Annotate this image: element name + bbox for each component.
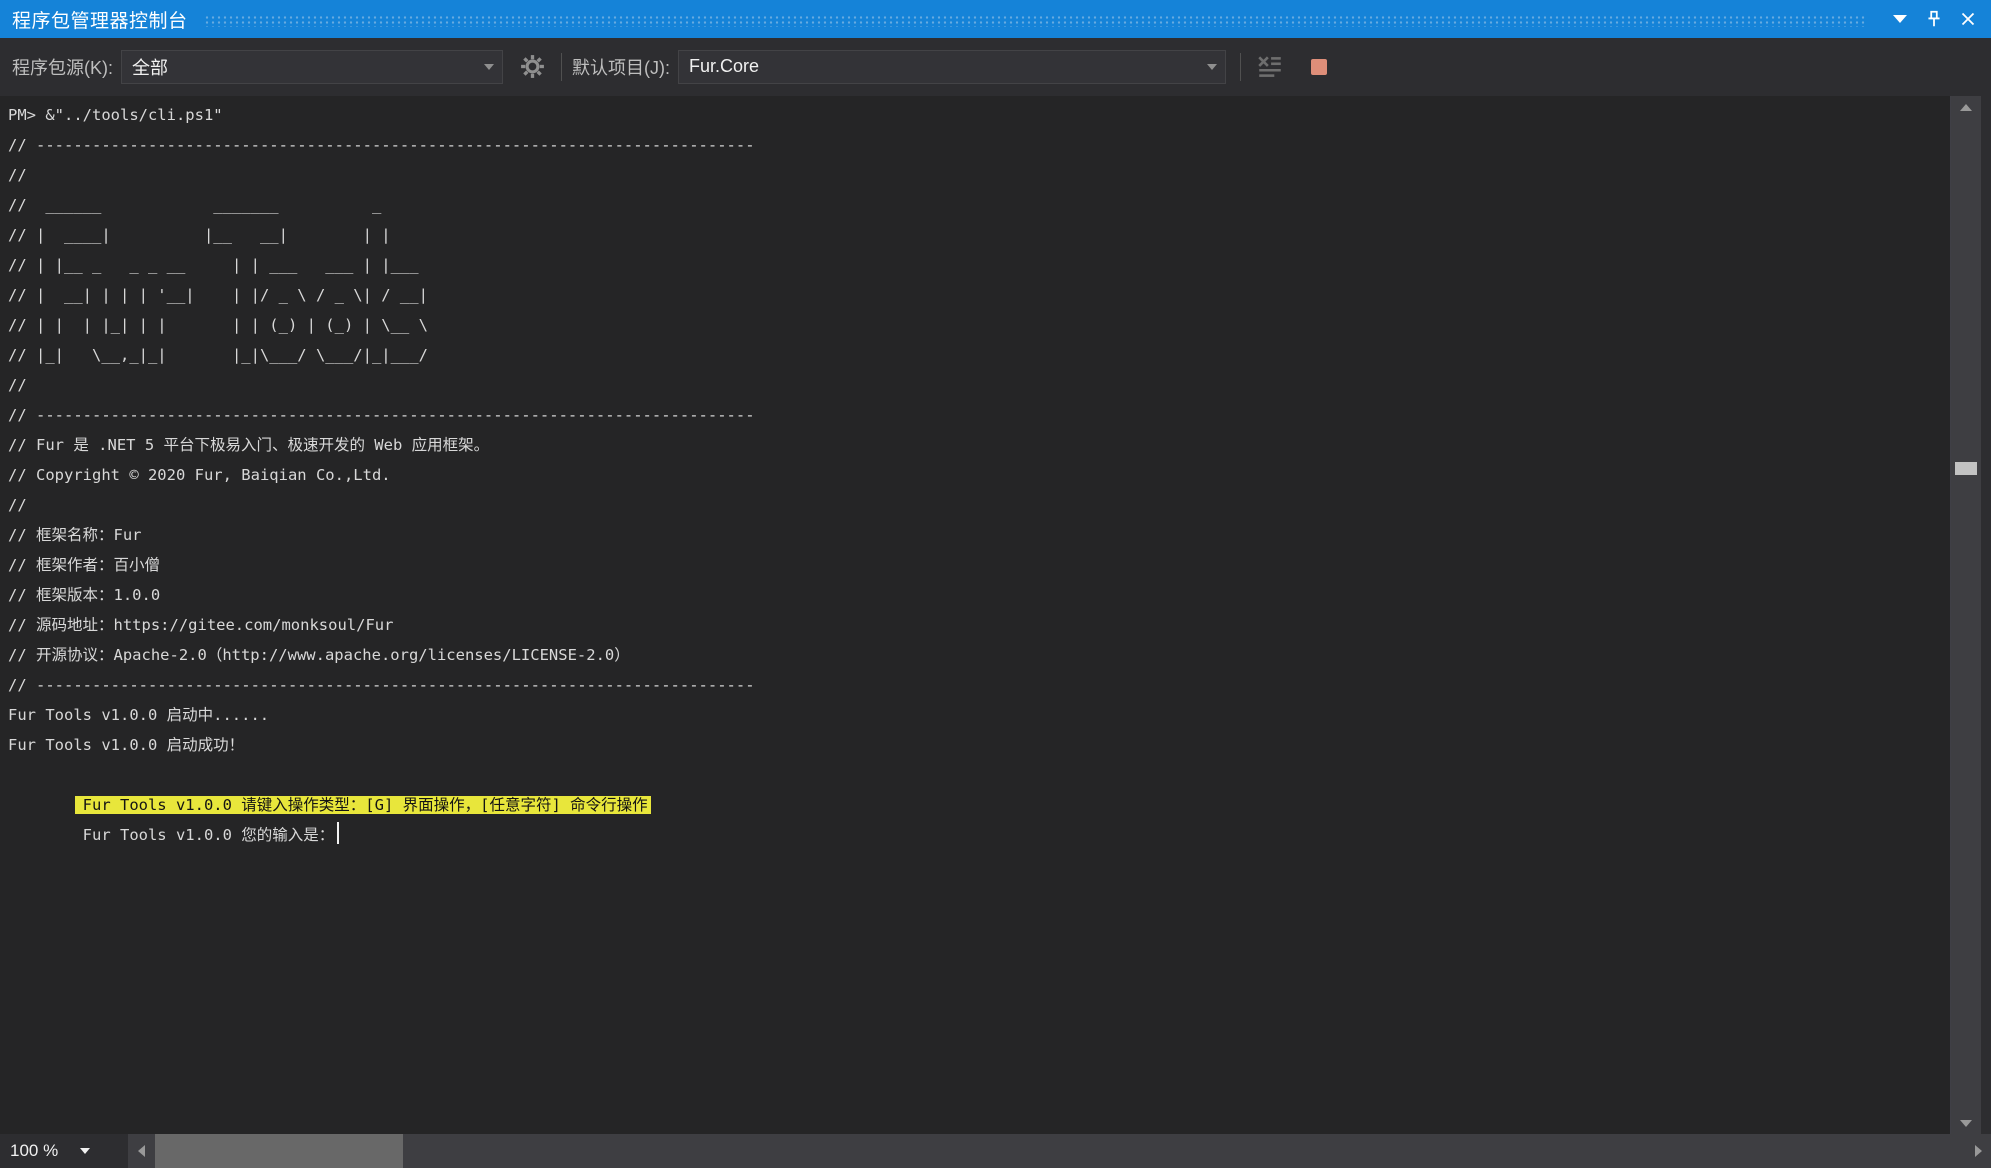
package-manager-console-window: 程序包管理器控制台 程序包源(K): 全部 (0, 0, 1991, 1168)
console-line: // 源码地址：https://gitee.com/monksoul/Fur (0, 610, 1950, 640)
package-source-value: 全部 (132, 54, 476, 80)
zoom-level-dropdown[interactable]: 100 % (0, 1134, 128, 1168)
package-source-combobox[interactable]: 全部 (121, 50, 503, 84)
console-line: // 框架作者：百小僧 (0, 550, 1950, 580)
console-line: // Copyright © 2020 Fur, Baiqian Co.,Ltd… (0, 460, 1950, 490)
stop-button[interactable] (1311, 59, 1327, 75)
scroll-right-button[interactable] (1965, 1134, 1991, 1168)
console-main-area: PM> &"../tools/cli.ps1" // -------------… (0, 96, 1991, 1134)
package-source-label: 程序包源(K): (12, 54, 113, 80)
console-line: Fur Tools v1.0.0 启动中...... (0, 700, 1950, 730)
arrow-down-icon (1960, 1120, 1972, 1127)
vertical-scrollbar[interactable] (1951, 96, 1981, 1134)
console-line-highlighted: Fur Tools v1.0.0 请键入操作类型：[G] 界面操作，[任意字符]… (0, 760, 1950, 790)
console-line: // 开源协议：Apache-2.0（http://www.apache.org… (0, 640, 1950, 670)
default-project-label: 默认项目(J): (572, 54, 670, 80)
scroll-down-button[interactable] (1951, 1112, 1981, 1134)
horizontal-scrollbar-thumb[interactable] (155, 1134, 403, 1168)
tool-window-titlebar[interactable]: 程序包管理器控制台 (0, 0, 1991, 38)
console-line: // -------------------------------------… (0, 130, 1950, 160)
default-project-value: Fur.Core (689, 56, 1199, 77)
scroll-up-button[interactable] (1951, 96, 1981, 118)
toolbar-separator (561, 53, 562, 81)
console-line: // (0, 160, 1950, 190)
console-bottom-bar: 100 % (0, 1134, 1991, 1168)
toolbar-separator (1240, 53, 1241, 81)
pin-button[interactable] (1917, 5, 1951, 33)
console-ascii-art-line: // | ____| |__ __| | | (0, 220, 1950, 250)
horizontal-scrollbar[interactable] (128, 1134, 1991, 1168)
window-title: 程序包管理器控制台 (12, 6, 188, 33)
console-ascii-art-line: // |_| \__,_|_| |_|\___/ \___/|_|___/ (0, 340, 1950, 370)
console-line: // -------------------------------------… (0, 400, 1950, 430)
window-position-button[interactable] (1883, 5, 1917, 33)
console-line: PM> &"../tools/cli.ps1" (0, 100, 1950, 130)
console-ascii-art-line: // | |__ _ _ _ __ | | ___ ___ | |___ (0, 250, 1950, 280)
vertical-scrollbar-thumb[interactable] (1955, 462, 1977, 475)
input-prompt-text: Fur Tools v1.0.0 您的输入是： (83, 826, 335, 844)
console-ascii-art-line: // ______ _______ _ (0, 190, 1950, 220)
console-line: // 框架版本：1.0.0 (0, 580, 1950, 610)
clear-console-button[interactable] (1251, 48, 1289, 86)
console-ascii-art-line: // | | | |_| | | | | (_) | (_) | \__ \ (0, 310, 1950, 340)
arrow-left-icon (138, 1145, 145, 1157)
console-line: // Fur 是 .NET 5 平台下极易入门、极速开发的 Web 应用框架。 (0, 430, 1950, 460)
console-line: Fur Tools v1.0.0 启动成功！ (0, 730, 1950, 760)
chevron-down-icon (484, 64, 494, 70)
console-output[interactable]: PM> &"../tools/cli.ps1" // -------------… (0, 96, 1951, 1134)
arrow-up-icon (1960, 104, 1972, 111)
console-line: // (0, 490, 1950, 520)
chevron-down-icon (1207, 64, 1217, 70)
gear-icon (519, 53, 546, 80)
titlebar-drag-handle[interactable] (204, 14, 1867, 27)
clear-all-icon (1256, 53, 1284, 81)
console-line: // -------------------------------------… (0, 670, 1950, 700)
package-source-settings-button[interactable] (513, 48, 551, 86)
chevron-down-icon (80, 1148, 90, 1154)
text-cursor (337, 822, 339, 844)
console-toolbar: 程序包源(K): 全部 默认项目(J): Fur.Core (0, 38, 1991, 96)
pin-icon (1924, 9, 1944, 29)
console-ascii-art-line: // | __| | | | '__| | |/ _ \ / _ \| / __… (0, 280, 1950, 310)
console-line: // (0, 370, 1950, 400)
close-button[interactable] (1951, 5, 1985, 33)
default-project-combobox[interactable]: Fur.Core (678, 50, 1226, 84)
close-icon (1959, 10, 1977, 28)
arrow-right-icon (1975, 1145, 1982, 1157)
chevron-down-icon (1893, 15, 1907, 23)
highlighted-prompt-text: Fur Tools v1.0.0 请键入操作类型：[G] 界面操作，[任意字符]… (75, 796, 651, 814)
scroll-left-button[interactable] (128, 1134, 154, 1168)
zoom-level-value: 100 % (10, 1141, 58, 1161)
window-right-margin (1981, 96, 1991, 1134)
console-line: // 框架名称：Fur (0, 520, 1950, 550)
